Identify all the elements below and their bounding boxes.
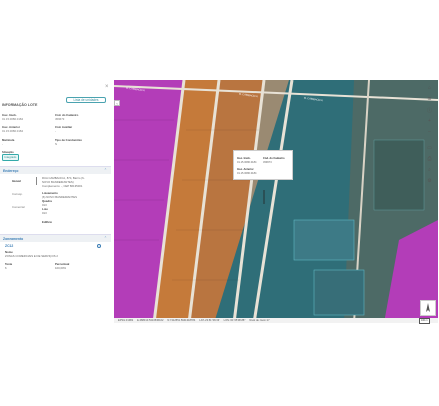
units-list-label: Lista de unidades xyxy=(73,98,99,102)
percentual-value: 100,00% xyxy=(55,266,67,270)
compass-icon[interactable] xyxy=(420,300,436,316)
popup-label: Insc. Anterior xyxy=(237,168,254,171)
plus-icon[interactable]: + xyxy=(424,117,435,125)
field-value: N xyxy=(55,142,58,146)
section-endereco[interactable]: Endereço ⌃ xyxy=(0,166,111,174)
map-toolbar: ⌂ ≋ ⓘ + − ▭ ⎙ ⌕ ⚙ xyxy=(424,84,435,194)
popup-value: 459673 xyxy=(263,161,272,164)
lot-field-value: 013 xyxy=(42,211,47,215)
field-value: 01.15.0080.0184 xyxy=(2,117,23,121)
units-list-button[interactable]: Lista de unidades xyxy=(66,97,106,103)
close-icon[interactable]: × xyxy=(105,84,109,90)
field-label: Matrícula xyxy=(2,138,15,142)
status-zoom: Nível de zoom:17 xyxy=(249,319,270,322)
field-value: - xyxy=(2,142,3,146)
layers-icon[interactable]: ≋ xyxy=(424,95,435,103)
tab-indicator xyxy=(36,177,37,185)
status-epsg: EPSG:31982 xyxy=(118,319,134,322)
status-lat: LAT:-23.51°48.33' xyxy=(199,319,220,322)
status-badge: Integrado xyxy=(2,154,19,161)
field-label: Tipo de Condomínio xyxy=(55,138,82,142)
address-line: Complemento: -, CEP 86135001 xyxy=(42,184,83,188)
field-value: 01.15.0080.0184 xyxy=(2,129,23,133)
chevron-up-icon[interactable]: ⌃ xyxy=(104,168,107,172)
section-zoneamento[interactable]: Zoneamento ⌃ xyxy=(0,234,111,242)
popup-label: Cód. do Cadastro xyxy=(263,157,285,160)
popup-label: Insc. Imob. xyxy=(237,157,251,160)
popup-value: 01.15.0080.0184 xyxy=(237,172,257,175)
measure-icon[interactable]: ▭ xyxy=(424,144,435,152)
status-easting: E:488313.5313536162 xyxy=(137,319,164,322)
section-title: Endereço xyxy=(3,168,19,173)
search-icon[interactable]: ⌕ xyxy=(424,166,435,174)
field-label: Cód. Auxiliar xyxy=(55,125,73,129)
scale-bar: 100 m xyxy=(419,318,430,324)
section-title: Zoneamento xyxy=(3,236,24,241)
map-view[interactable]: R. CAMBACICA R. CAMBACICA R. CAMBACICA xyxy=(114,80,438,323)
info-icon[interactable]: ⓘ xyxy=(424,106,435,114)
tab-imovel[interactable]: Imóvel xyxy=(12,179,21,183)
field-value: 459673 xyxy=(55,117,65,121)
collapse-panel-icon[interactable]: ‹ xyxy=(114,100,120,106)
print-icon[interactable]: ⎙ xyxy=(424,155,435,163)
map-popup: Insc. Imob. 01.15.0080.0184 Cód. do Cada… xyxy=(233,150,293,180)
chevron-up-icon[interactable]: ⌃ xyxy=(104,236,107,240)
panel-title: INFORMAÇÃO LOTE xyxy=(2,103,38,107)
status-northing: N:7412551.5941318784 xyxy=(167,319,196,322)
lot-field-label: Edifício xyxy=(42,220,53,224)
status-bar: EPSG:31982 E:488313.5313536162 N:7412551… xyxy=(114,318,438,323)
info-icon[interactable] xyxy=(97,244,101,248)
settings-icon[interactable]: ⚙ xyxy=(424,177,435,185)
testa-value: 6 xyxy=(5,266,7,270)
home-icon[interactable]: ⌂ xyxy=(424,84,435,92)
popup-value: 01.15.0080.0184 xyxy=(237,161,257,164)
zone-name-value: ZONAS COMERCIAIS E DE SERVIÇOS 2 xyxy=(5,254,58,258)
status-lon: LON:-51°25'08.88'' xyxy=(223,319,246,322)
field-value: - xyxy=(55,129,56,133)
minus-icon[interactable]: − xyxy=(424,128,435,136)
tab-comercial[interactable]: Comercial xyxy=(12,205,25,209)
tab-correspondencia[interactable]: Corresp. xyxy=(12,192,23,196)
zone-code: ZC12 xyxy=(5,244,14,248)
